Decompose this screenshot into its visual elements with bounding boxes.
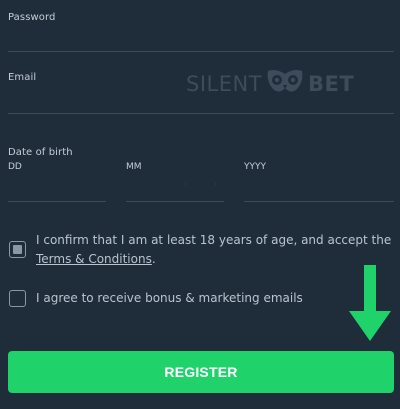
password-input[interactable] <box>8 28 394 48</box>
marketing-checkbox[interactable] <box>9 290 26 307</box>
dob-year-input[interactable] <box>244 176 394 196</box>
dob-year-underline <box>244 201 394 202</box>
dob-dot-2: · <box>214 180 217 189</box>
arrow-down-icon <box>349 265 391 347</box>
dob-month-input[interactable] <box>126 176 224 196</box>
age-confirm-checkbox[interactable] <box>9 241 26 258</box>
password-underline <box>8 51 394 52</box>
marketing-label: I agree to receive bonus & marketing ema… <box>36 291 303 305</box>
dob-day-label: DD <box>8 162 22 172</box>
dob-month-underline <box>126 201 224 202</box>
dob-day-input[interactable] <box>8 176 106 196</box>
register-button[interactable]: REGISTER <box>8 351 394 393</box>
email-label: Email <box>8 72 37 83</box>
password-label: Password <box>8 12 56 23</box>
dob-month-label: MM <box>126 162 142 172</box>
age-confirm-text: I confirm that I am at least 18 years of… <box>36 231 398 269</box>
dob-label: Date of birth <box>8 147 73 158</box>
age-confirm-label: I confirm that I am at least 18 years of… <box>36 233 392 247</box>
terms-link[interactable]: Terms & Conditions <box>36 252 152 266</box>
checkbox-check-mark <box>13 245 22 254</box>
age-confirm-suffix: . <box>151 252 156 266</box>
dob-dot-1: · <box>184 180 187 189</box>
email-input[interactable] <box>8 88 394 108</box>
dob-year-label: YYYY <box>244 162 266 172</box>
email-underline <box>8 113 394 114</box>
dob-day-underline <box>8 201 106 202</box>
